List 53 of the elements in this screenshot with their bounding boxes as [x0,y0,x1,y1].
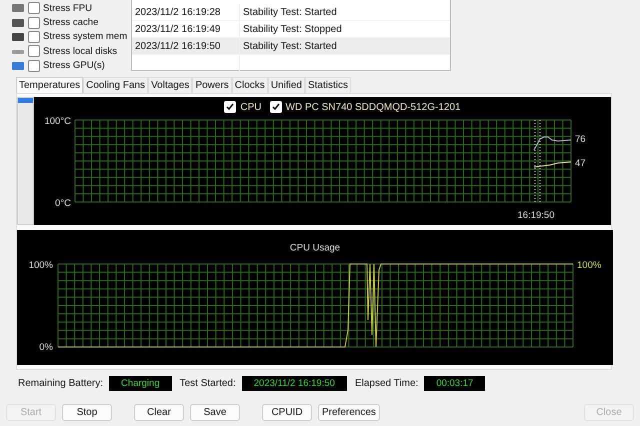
time-label: 16:19:50 [518,210,554,221]
axis-label: 100% [28,260,53,271]
checkbox[interactable] [28,45,40,58]
checkbox[interactable] [28,2,40,14]
graph-title: CPU Usage [290,242,340,254]
reading-label: 47 [575,158,586,169]
table-cell: 2023/11/2 16:19:50 [132,38,240,54]
tab[interactable]: Cooling Fans [83,77,148,93]
axis-label: 0% [39,342,53,352]
device-icon [11,18,25,28]
tab[interactable]: Powers [192,77,232,93]
axis-label: 0°C [55,198,71,209]
tab[interactable]: Voltages [148,77,192,93]
tab[interactable]: Temperatures [16,77,84,93]
table-cell-text: Stability Test: Started [242,40,337,52]
option-label: Stress GPU(s) [43,60,105,72]
tab[interactable]: Statistics [304,77,351,93]
temperature-line [534,162,572,168]
button[interactable]: Clear [134,404,184,421]
button[interactable]: Preferences [318,404,380,421]
log-row[interactable]: 2023/11/2 16:19:28 Stability Test: Started [132,4,450,21]
checkbox[interactable] [28,30,40,43]
table-cell-text: Stability Test: Stopped [242,24,342,34]
checkbox[interactable] [28,16,40,29]
button[interactable]: CPUID [262,404,312,421]
device-icon [11,60,25,71]
table-cell: 2023/11/2 16:19:28 [132,4,240,20]
option-label: Stress cache [43,17,98,28]
checkbox[interactable] [28,60,40,72]
status-value: 2023/11/2 16:19:50 [242,376,347,390]
reading-label: 76 [575,134,586,145]
axis-label: 100°C [44,117,71,127]
legend-label: WD PC SN740 SDDQMQD-512G-1201 [286,102,461,112]
status-label: Test Started: [180,378,236,388]
button[interactable]: Stop [62,404,112,421]
table-cell-text: Stability Test: Started [242,6,337,18]
tab[interactable]: Clocks [232,77,268,93]
option-label: Stress system mem [43,31,128,42]
status-value: Charging [109,376,172,390]
status-label: Remaining Battery: [18,378,104,388]
table-cell: 2023/11/2 16:19:49 [132,21,240,37]
tab[interactable]: Unified [268,77,305,93]
status-label: Elapsed Time: [354,378,418,388]
device-icon [11,3,25,14]
option-label: Stress FPU [43,2,92,14]
status-value: 00:03:17 [424,376,486,390]
reading-label: 100% [577,260,602,271]
device-icon [11,32,25,42]
legend-label: CPU [240,102,262,112]
button[interactable]: Save [190,404,240,421]
log-row[interactable]: 2023/11/2 16:19:50 Stability Test: Started [132,38,450,55]
option-label: Stress local disks [43,46,118,57]
temperature-line [534,136,572,150]
